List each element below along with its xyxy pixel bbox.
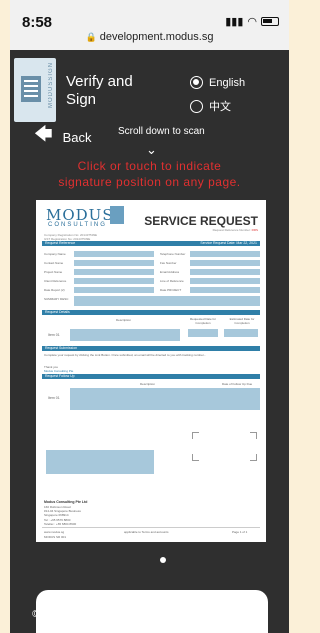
signal-icon: ▮▮▮ — [225, 16, 244, 28]
field-label: Date PROJECT — [160, 288, 182, 292]
back-label: Back — [62, 129, 92, 145]
field-label: Contact Name — [44, 261, 64, 265]
section-title: Request Follow Up — [45, 374, 75, 378]
column-header: Requested Date for Completion — [189, 317, 216, 325]
wifi-icon: ◠ — [247, 16, 257, 28]
field-label: Email Address — [160, 270, 180, 274]
app-logo: MODUSSIGN — [14, 58, 56, 122]
item-requested-field — [188, 329, 218, 337]
document-page[interactable]: MODUS CONSULTING SERVICE REQUEST Request… — [36, 200, 266, 542]
field-value — [74, 287, 154, 293]
title-line-2: Sign — [66, 91, 97, 108]
item-label: Item 01 — [48, 333, 60, 337]
chevron-down-icon[interactable]: ⌄ — [146, 142, 157, 158]
language-label: 中文 — [209, 101, 231, 113]
instruction-line-2: signature position on any page. — [58, 175, 241, 189]
status-bar: 8:58 ▮▮▮ ◠ 🔒 development.modus.sg — [10, 0, 289, 50]
page-indicator-dot — [160, 557, 166, 563]
section-title: Request Submission — [45, 346, 78, 350]
logo-text: MODUSSIGN — [48, 62, 54, 109]
column-header: Description — [116, 318, 132, 322]
column-header: Estimated Date for Completion — [229, 317, 255, 325]
signature-box-corner — [250, 454, 257, 461]
page-title: Verify and Sign — [66, 73, 133, 109]
section-bar-request-ref: Request Reference Service Request Date: … — [42, 241, 260, 246]
footer-address-3: Singapore 068914 — [44, 513, 69, 517]
copyright-text: ©2021 Modus Consulting Pte Ltd. All righ… — [32, 609, 267, 620]
field-value — [74, 296, 260, 306]
submission-text: Complete your request by clicking the Li… — [44, 353, 207, 357]
footer: ©2021 Modus Consulting Pte Ltd. All righ… — [10, 608, 289, 633]
language-option-chinese[interactable]: 中文 — [190, 98, 231, 114]
footer-company: Modus Consulting Pte Ltd — [44, 500, 88, 504]
field-value — [74, 278, 154, 284]
app-screen: 8:58 ▮▮▮ ◠ 🔒 development.modus.sg MODUSSI… — [10, 0, 289, 633]
footer-doc-code: MODUS SR 001 — [44, 535, 67, 539]
field-label: Line of Reference — [160, 279, 184, 283]
field-value — [190, 251, 260, 257]
url-text: development.modus.sg — [99, 31, 214, 43]
field-label: Client Reference — [44, 279, 67, 283]
follow-up-field — [70, 388, 260, 410]
field-label: Telephone Number — [160, 252, 186, 256]
field-value — [74, 251, 154, 257]
footer-web: www.modus.sg — [44, 530, 65, 534]
version-text: (Version: 1.1.9b (ModusSignV1.31)) — [70, 623, 229, 633]
field-value — [190, 278, 260, 284]
footer-fax: Telefax : +65 6804 8600 — [44, 522, 77, 526]
sign-off-text: Modus Consulting Pte — [44, 369, 74, 373]
field-label: SUMMARY DESC — [44, 297, 69, 301]
back-button[interactable]: 🡄 Back — [34, 122, 92, 152]
system-icons: ▮▮▮ ◠ — [225, 15, 279, 28]
field-label: Fax Number — [160, 261, 177, 265]
status-time: 8:58 — [22, 14, 53, 31]
footer-middle: applicable to Terms and accounts — [124, 530, 169, 534]
section-bar-follow-up: Request Follow Up — [42, 374, 260, 379]
column-header: Date of Follow Up Due — [222, 382, 253, 386]
field-label: Company Name — [44, 252, 66, 256]
field-label: Date Report (2) — [44, 288, 65, 292]
scroll-hint: Scroll down to scan — [118, 126, 205, 137]
field-value — [190, 260, 260, 266]
section-bar-request-details: Request Details — [42, 310, 260, 315]
signature-box-corner — [192, 432, 199, 439]
field-value — [74, 260, 154, 266]
signature-box-corner — [250, 432, 257, 439]
signature-box-corner — [192, 454, 199, 461]
lock-icon: 🔒 — [85, 32, 97, 42]
request-date: Service Request Date: Mar 22, 2021 — [200, 241, 257, 245]
document-icon — [21, 76, 41, 102]
field-label: Project Name — [44, 270, 63, 274]
item-label: Item 01 — [48, 396, 60, 400]
request-ref-label: Request Reference Number: RRS — [212, 228, 258, 232]
battery-icon — [261, 17, 279, 26]
footer-divider — [42, 527, 260, 528]
signature-placeholder-block — [46, 450, 154, 474]
field-value — [190, 287, 260, 293]
field-value — [74, 269, 154, 275]
item-estimated-field — [224, 329, 258, 337]
title-line-1: Verify and — [66, 73, 133, 90]
document-title: SERVICE REQUEST — [144, 214, 258, 228]
field-value — [190, 269, 260, 275]
radio-unselected-icon[interactable] — [190, 99, 203, 113]
language-option-english[interactable]: English — [190, 76, 245, 89]
language-label: English — [209, 76, 246, 89]
section-bar-submission: Request Submission — [42, 346, 260, 351]
radio-selected-icon[interactable] — [190, 76, 203, 89]
section-title: Request Reference — [45, 241, 76, 245]
instruction-line-1: Click or touch to indicate — [77, 159, 222, 173]
column-header: Description — [140, 382, 156, 386]
section-title: Request Details — [45, 310, 70, 314]
page-number: Page 1 of 1 — [232, 530, 248, 534]
item-description-field — [70, 329, 180, 341]
back-arrow-icon: 🡄 — [34, 124, 53, 144]
signature-instruction: Click or touch to indicate signature pos… — [10, 158, 289, 190]
address-bar[interactable]: 🔒 development.modus.sg — [10, 31, 289, 43]
company-logo-icon — [110, 206, 124, 224]
company-logo-subtext: CONSULTING — [48, 222, 107, 228]
